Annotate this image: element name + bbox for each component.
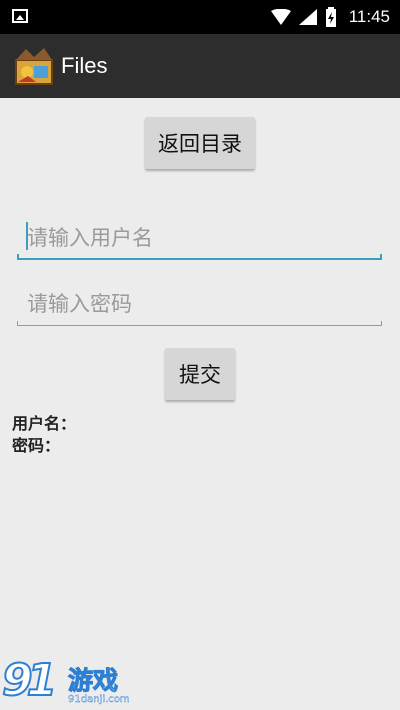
- password-placeholder: 请输入密码: [27, 292, 132, 316]
- image-notification-icon: [12, 9, 28, 23]
- watermark-name: 游戏: [67, 666, 119, 696]
- clock: 11:45: [348, 7, 390, 26]
- username-input[interactable]: 请输入用户名: [17, 212, 382, 260]
- wifi-icon: [270, 9, 291, 25]
- app-icon: [15, 48, 53, 85]
- username-underline: [17, 254, 382, 260]
- username-placeholder: 请输入用户名: [27, 226, 153, 250]
- app-title: Files: [61, 53, 108, 78]
- app-bar: Files: [0, 34, 400, 98]
- site-watermark: 91 游戏 91danji.com: [1, 654, 142, 710]
- password-underline: [17, 321, 382, 326]
- username-output-label: 用户名：: [12, 414, 77, 433]
- password-input[interactable]: 请输入密码: [17, 278, 382, 326]
- password-output-label: 密码：: [12, 436, 61, 455]
- status-bar: 11:45: [0, 0, 400, 34]
- back-to-directory-button[interactable]: 返回目录: [145, 117, 255, 169]
- submit-button[interactable]: 提交: [165, 348, 235, 400]
- watermark-url: 91danji.com: [68, 694, 130, 705]
- signal-icon: [298, 9, 317, 25]
- watermark-number: 91: [1, 654, 58, 707]
- status-icons: 11:45: [270, 6, 390, 28]
- battery-icon: [325, 7, 336, 27]
